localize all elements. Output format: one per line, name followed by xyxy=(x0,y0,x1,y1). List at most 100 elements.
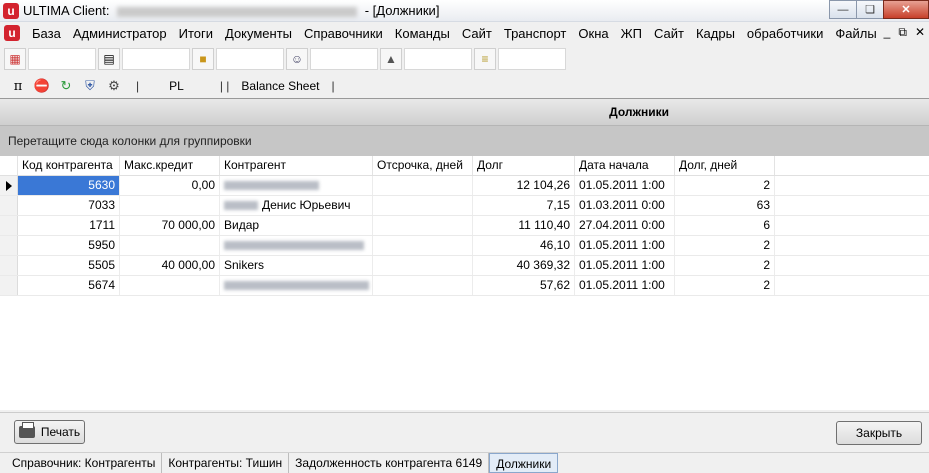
cell-code[interactable]: 5950 xyxy=(18,236,120,255)
cell-debt[interactable]: 46,10 xyxy=(473,236,575,255)
group-by-area[interactable]: Перетащите сюда колонки для группировки xyxy=(0,126,929,156)
col-header-delay[interactable]: Отсрочка, дней xyxy=(373,156,473,175)
cell-credit[interactable] xyxy=(120,196,220,215)
cell-code[interactable]: 5630 xyxy=(18,176,120,195)
cell-debt-days[interactable]: 2 xyxy=(675,236,775,255)
row-selector[interactable] xyxy=(0,236,18,255)
cell-start-date[interactable]: 01.05.2011 1:00 xyxy=(575,256,675,275)
cell-debt-days[interactable]: 63 xyxy=(675,196,775,215)
restore-icon[interactable]: ❏ xyxy=(856,0,884,19)
cell-start-date[interactable]: 01.05.2011 1:00 xyxy=(575,236,675,255)
cell-delay[interactable] xyxy=(373,176,473,195)
cell-debt-days[interactable]: 6 xyxy=(675,216,775,235)
menu-okna[interactable]: Окна xyxy=(572,26,614,41)
cell-delay[interactable] xyxy=(373,196,473,215)
cell-code[interactable]: 7033 xyxy=(18,196,120,215)
col-header-start-date[interactable]: Дата начала xyxy=(575,156,675,175)
cell-contragent[interactable] xyxy=(220,176,373,195)
close-window-icon[interactable]: ✕ xyxy=(883,0,929,19)
cell-start-date[interactable]: 01.05.2011 1:00 xyxy=(575,276,675,295)
col-header-debt-days[interactable]: Долг, дней xyxy=(675,156,775,175)
mdi-close-icon[interactable]: ✕ xyxy=(915,25,925,40)
cell-credit[interactable]: 0,00 xyxy=(120,176,220,195)
cell-debt[interactable]: 57,62 xyxy=(473,276,575,295)
settings-icon[interactable]: ⚙ xyxy=(104,76,124,96)
toolbar-field-5[interactable] xyxy=(404,47,472,70)
refresh-icon[interactable]: ↻ xyxy=(56,76,76,96)
print-button[interactable]: Печать xyxy=(14,420,85,444)
cell-start-date[interactable]: 01.05.2011 1:00 xyxy=(575,176,675,195)
row-selector[interactable] xyxy=(0,256,18,275)
row-selector[interactable] xyxy=(0,196,18,215)
cell-start-date[interactable]: 27.04.2011 0:00 xyxy=(575,216,675,235)
cell-contragent[interactable]: Денис Юрьевич xyxy=(220,196,373,215)
cell-debt-days[interactable]: 2 xyxy=(675,176,775,195)
cell-code[interactable]: 5505 xyxy=(18,256,120,275)
cell-debt-days[interactable]: 2 xyxy=(675,256,775,275)
person-icon[interactable]: ☺ xyxy=(286,47,308,70)
col-header-debt[interactable]: Долг xyxy=(473,156,575,175)
row-selector[interactable] xyxy=(0,276,18,295)
mdi-minimize-icon[interactable]: _ xyxy=(884,25,891,40)
table-row[interactable]: 5674 57,62 01.05.2011 1:00 2 xyxy=(0,276,929,296)
close-button[interactable]: Закрыть xyxy=(836,421,922,445)
balance-sheet-button[interactable]: Balance Sheet xyxy=(237,79,323,93)
cell-code[interactable]: 5674 xyxy=(18,276,120,295)
mdi-restore-icon[interactable]: ⧉ xyxy=(898,25,907,40)
cell-delay[interactable] xyxy=(373,236,473,255)
stop-icon[interactable]: ⛔ xyxy=(32,76,52,96)
menu-transport[interactable]: Транспорт xyxy=(498,26,573,41)
col-header-contragent[interactable]: Контрагент xyxy=(220,156,373,175)
table-row[interactable]: 5505 40 000,00 Snikers 40 369,32 01.05.2… xyxy=(0,256,929,276)
cell-debt[interactable]: 11 110,40 xyxy=(473,216,575,235)
tab-dolzhniki[interactable]: Должники xyxy=(489,453,559,473)
cell-contragent[interactable] xyxy=(220,236,373,255)
cell-credit[interactable] xyxy=(120,236,220,255)
cell-credit[interactable] xyxy=(120,276,220,295)
row-selector[interactable] xyxy=(0,216,18,235)
menu-sait[interactable]: Сайт xyxy=(456,26,498,41)
cell-debt[interactable]: 7,15 xyxy=(473,196,575,215)
pi-icon[interactable]: π xyxy=(8,76,28,96)
tab-zadolzhennost[interactable]: Задолженность контрагента 6149 xyxy=(289,453,490,473)
menu-sait-2[interactable]: Сайт xyxy=(648,26,690,41)
cell-delay[interactable] xyxy=(373,256,473,275)
cell-credit[interactable]: 40 000,00 xyxy=(120,256,220,275)
menu-obrabotchiki[interactable]: обработчики xyxy=(741,26,829,41)
col-header-credit[interactable]: Макс.кредит xyxy=(120,156,220,175)
cell-delay[interactable] xyxy=(373,216,473,235)
tab-spravochnik-kontragenty[interactable]: Справочник: Контрагенты xyxy=(6,453,163,473)
menu-faily[interactable]: Файлы xyxy=(829,26,882,41)
box-icon[interactable]: ■ xyxy=(192,47,214,70)
cell-debt[interactable]: 40 369,32 xyxy=(473,256,575,275)
col-header-code[interactable]: Код контрагента xyxy=(18,156,120,175)
toolbar-field-4[interactable] xyxy=(310,47,378,70)
minimize-icon[interactable]: — xyxy=(829,0,857,19)
table-row[interactable]: 5950 46,10 01.05.2011 1:00 2 xyxy=(0,236,929,256)
toolbar-field-2[interactable] xyxy=(122,47,190,70)
table-row[interactable]: 1711 70 000,00 Видар 11 110,40 27.04.201… xyxy=(0,216,929,236)
cell-debt-days[interactable]: 2 xyxy=(675,276,775,295)
cell-code[interactable]: 1711 xyxy=(18,216,120,235)
row-selector[interactable] xyxy=(0,176,18,195)
toolbar-field-3[interactable] xyxy=(216,47,284,70)
cell-delay[interactable] xyxy=(373,276,473,295)
menu-administrator[interactable]: Администратор xyxy=(67,26,173,41)
menu-kadry[interactable]: Кадры xyxy=(690,26,741,41)
toolbar-field-1[interactable] xyxy=(28,47,96,70)
cell-contragent[interactable] xyxy=(220,276,373,295)
cell-contragent[interactable]: Видар xyxy=(220,216,373,235)
table-row[interactable]: 5630 0,00 12 104,26 01.05.2011 1:00 2 xyxy=(0,176,929,196)
menu-zhp[interactable]: ЖП xyxy=(615,26,648,41)
cell-credit[interactable]: 70 000,00 xyxy=(120,216,220,235)
document-icon[interactable]: ▤ xyxy=(98,47,120,70)
spy-icon[interactable]: ▲ xyxy=(380,47,402,70)
calendar-icon[interactable]: ▦ xyxy=(4,47,26,70)
toolbar-field-6[interactable] xyxy=(498,47,566,70)
app-menu-icon[interactable]: u xyxy=(4,25,20,41)
tab-kontragenty-tishin[interactable]: Контрагенты: Тишин xyxy=(162,453,290,473)
menu-komandy[interactable]: Команды xyxy=(389,26,456,41)
cell-debt[interactable]: 12 104,26 xyxy=(473,176,575,195)
scroll-icon[interactable]: ≡ xyxy=(474,47,496,70)
menu-spravochniki[interactable]: Справочники xyxy=(298,26,389,41)
